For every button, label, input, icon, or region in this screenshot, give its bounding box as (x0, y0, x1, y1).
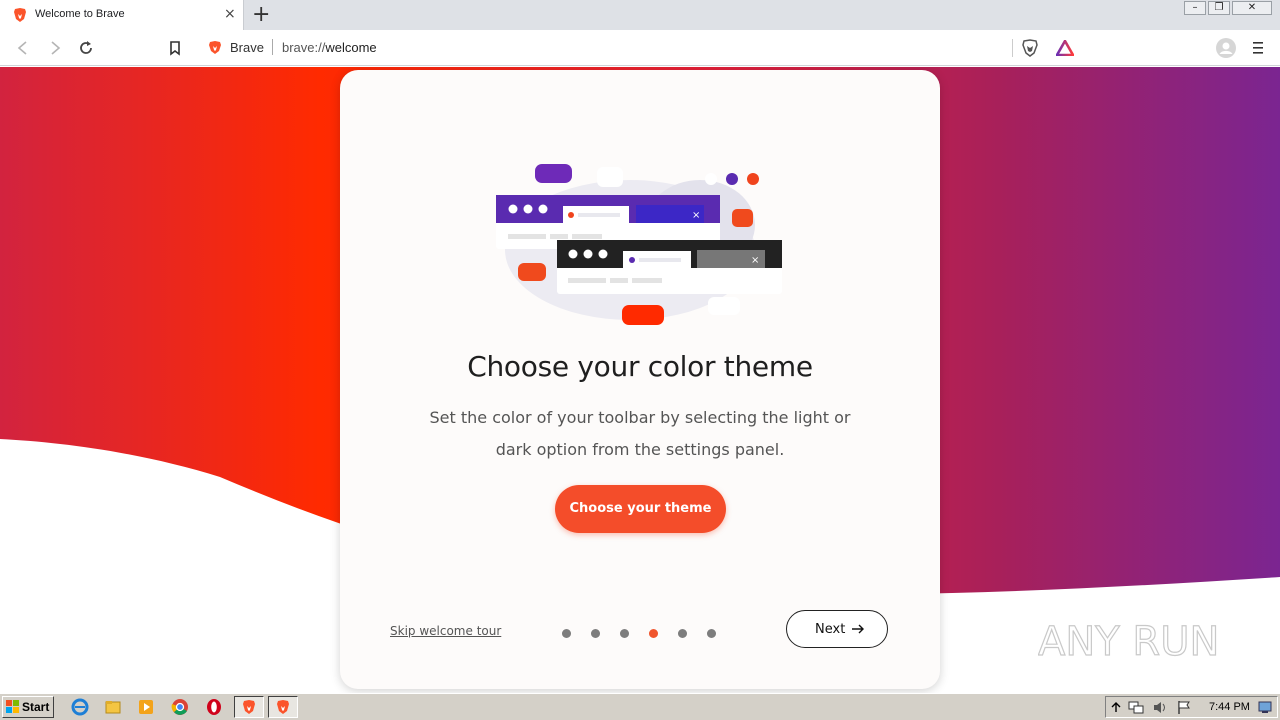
show-hidden-icons-icon[interactable] (1111, 701, 1121, 713)
media-player-icon[interactable] (137, 698, 155, 716)
taskbar-brave-window-2[interactable] (268, 696, 298, 718)
step-dot-3[interactable] (620, 629, 629, 638)
step-dot-4[interactable] (649, 629, 658, 638)
address-divider (1012, 39, 1013, 57)
restore-button[interactable]: ❐ (1208, 1, 1230, 15)
brave-rewards-icon[interactable] (1056, 40, 1074, 56)
action-center-flag-icon[interactable] (1177, 700, 1191, 715)
page-description: Set the color of your toolbar by selecti… (429, 408, 851, 459)
system-clock[interactable]: 7:44 PM (1209, 701, 1250, 713)
address-bar[interactable]: Brave brave://welcome (198, 33, 1083, 62)
chrome-icon[interactable] (171, 698, 189, 716)
file-explorer-icon[interactable] (104, 698, 122, 716)
arrow-right-icon (852, 624, 864, 634)
profile-avatar-icon[interactable] (1216, 38, 1236, 58)
show-desktop-icon[interactable] (1258, 700, 1272, 714)
tab-title: Welcome to Brave (35, 8, 125, 20)
step-dot-6[interactable] (707, 629, 716, 638)
choose-theme-button[interactable]: Choose your theme (555, 485, 726, 533)
theme-illustration: × × (496, 164, 782, 325)
tab-close-icon[interactable]: × (224, 5, 236, 23)
svg-text:×: × (751, 255, 759, 266)
svg-text:ANY RUN: ANY RUN (1038, 619, 1219, 665)
windows-taskbar: Start 7:44 PM (0, 693, 1280, 720)
url-text[interactable]: brave://welcome (282, 40, 377, 55)
brave-lion-icon (14, 8, 26, 22)
next-button-label: Next (815, 622, 846, 637)
tab-welcome[interactable]: Welcome to Brave × (0, 0, 244, 30)
volume-icon[interactable] (1152, 700, 1168, 715)
step-dot-5[interactable] (678, 629, 687, 638)
taskbar-brave-window-1[interactable] (234, 696, 264, 718)
windows-logo-icon (6, 700, 19, 713)
welcome-page: × × Choose your color theme Set the colo… (0, 67, 1280, 693)
back-icon[interactable] (14, 39, 32, 57)
network-icon[interactable] (1128, 700, 1144, 715)
bookmark-icon[interactable] (166, 39, 184, 57)
welcome-card: × × Choose your color theme Set the colo… (340, 70, 940, 689)
opera-icon[interactable] (205, 698, 223, 716)
tab-strip: Welcome to Brave × + – ❐ ✕ (0, 0, 1280, 30)
skip-tour-link[interactable]: Skip welcome tour (390, 624, 501, 638)
menu-icon[interactable] (1251, 40, 1265, 56)
brave-lion-icon (209, 41, 221, 54)
svg-text:×: × (692, 210, 700, 221)
brave-lion-icon (243, 700, 255, 714)
brave-shields-icon[interactable] (1022, 39, 1038, 57)
site-name: Brave (230, 40, 264, 55)
internet-explorer-icon[interactable] (71, 698, 89, 716)
next-button[interactable]: Next (786, 610, 888, 648)
system-tray: 7:44 PM (1105, 696, 1278, 718)
close-window-button[interactable]: ✕ (1232, 1, 1272, 15)
new-tab-button[interactable]: + (252, 2, 270, 28)
step-dot-1[interactable] (562, 629, 571, 638)
minimize-button[interactable]: – (1184, 1, 1206, 15)
page-title: Choose your color theme (467, 350, 813, 383)
forward-icon[interactable] (46, 39, 64, 57)
reload-icon[interactable] (77, 39, 95, 57)
browser-toolbar: Brave brave://welcome (0, 30, 1280, 66)
start-button[interactable]: Start (2, 696, 54, 718)
anyrun-watermark: ANY RUN (1038, 618, 1220, 665)
brave-lion-icon (277, 700, 289, 714)
step-dot-2[interactable] (591, 629, 600, 638)
address-separator (272, 39, 273, 55)
